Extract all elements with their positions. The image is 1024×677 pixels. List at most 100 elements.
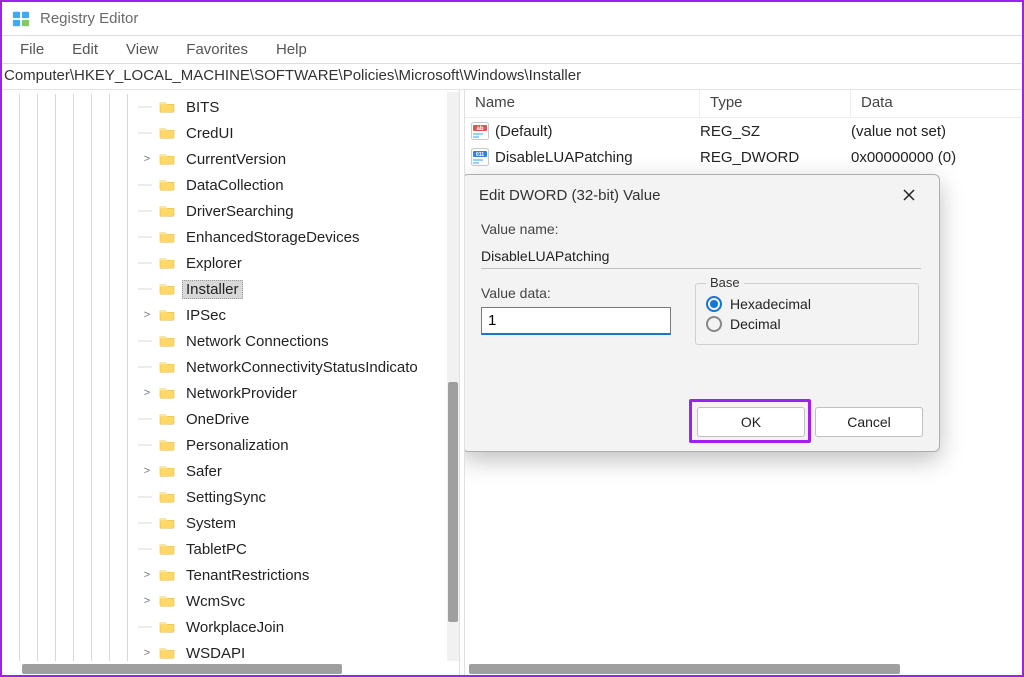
chevron-right-icon[interactable]: > (136, 562, 158, 588)
tree-vertical-scrollbar[interactable] (447, 92, 459, 661)
values-horizontal-scrollbar-thumb[interactable] (469, 664, 900, 674)
tree-item[interactable]: EnhancedStorageDevices (2, 224, 445, 250)
value-type: REG_DWORD (700, 149, 851, 166)
folder-icon (158, 516, 176, 530)
chevron-right-icon[interactable]: > (136, 146, 158, 172)
tree-item-label: OneDrive (182, 410, 253, 429)
tree-item[interactable]: TabletPC (2, 536, 445, 562)
regedit-icon (12, 10, 30, 28)
tree-branch-stub (136, 94, 158, 120)
radio-hex[interactable]: Hexadecimal (706, 296, 908, 312)
folder-icon (158, 542, 176, 556)
folder-icon (158, 282, 176, 296)
tree-item-label: Safer (182, 462, 226, 481)
menu-edit[interactable]: Edit (58, 39, 112, 60)
ok-highlight (689, 399, 811, 443)
folder-icon (158, 568, 176, 582)
cancel-button[interactable]: Cancel (815, 407, 923, 437)
column-type[interactable]: Type (700, 90, 851, 117)
tree-item[interactable]: > WSDAPI (2, 640, 445, 661)
tree-item-label: TenantRestrictions (182, 566, 313, 585)
close-icon[interactable] (895, 181, 923, 209)
tree-item[interactable]: DriverSearching (2, 198, 445, 224)
value-row[interactable]: DisableLUAPatching REG_DWORD0x00000000 (0… (465, 144, 1022, 170)
value-name: DisableLUAPatching (495, 149, 633, 166)
menu-view[interactable]: View (112, 39, 172, 60)
tree-item[interactable]: > Safer (2, 458, 445, 484)
chevron-right-icon[interactable]: > (136, 458, 158, 484)
edit-dword-dialog: Edit DWORD (32-bit) Value Value name: Va… (465, 174, 940, 452)
tree-item[interactable]: CredUI (2, 120, 445, 146)
tree-item[interactable]: OneDrive (2, 406, 445, 432)
tree-item[interactable]: DataCollection (2, 172, 445, 198)
address-bar[interactable]: Computer\HKEY_LOCAL_MACHINE\SOFTWARE\Pol… (2, 64, 1022, 90)
folder-icon (158, 438, 176, 452)
tree-item-label: WorkplaceJoin (182, 618, 288, 637)
tree-item-label: EnhancedStorageDevices (182, 228, 363, 247)
tree-item[interactable]: >NetworkProvider (2, 380, 445, 406)
column-data[interactable]: Data (851, 90, 1022, 117)
tree-item[interactable]: NetworkConnectivityStatusIndicato (2, 354, 445, 380)
value-data-field[interactable] (481, 307, 671, 335)
tree-item[interactable]: BITS (2, 94, 445, 120)
tree-item[interactable]: >WcmSvc (2, 588, 445, 614)
tree-branch-stub (136, 276, 158, 302)
tree-item-label: WSDAPI (182, 644, 249, 662)
tree-item[interactable]: Personalization (2, 432, 445, 458)
folder-icon (158, 620, 176, 634)
tree-item-label: CredUI (182, 124, 238, 143)
reg-dword-icon (471, 148, 489, 166)
tree-item[interactable]: > TenantRestrictions (2, 562, 445, 588)
tree-item[interactable]: Installer (2, 276, 445, 302)
tree-item[interactable]: >CurrentVersion (2, 146, 445, 172)
menu-file[interactable]: File (6, 39, 58, 60)
menu-bar: File Edit View Favorites Help (2, 36, 1022, 64)
values-horizontal-scrollbar[interactable] (467, 663, 1020, 675)
tree-item-label: IPSec (182, 306, 230, 325)
folder-icon (158, 464, 176, 478)
chevron-right-icon[interactable]: > (136, 588, 158, 614)
column-name[interactable]: Name (465, 90, 700, 117)
tree-panel: BITS CredUI >CurrentVersionDataCollectionD… (2, 90, 459, 675)
value-name-field[interactable] (481, 243, 921, 269)
tree-view[interactable]: BITS CredUI >CurrentVersionDataCollectionD… (2, 90, 445, 661)
tree-item[interactable]: > IPSec (2, 302, 445, 328)
values-list[interactable]: (Default)REG_SZ(value not set)DisableLUA… (465, 118, 1022, 170)
tree-item-label: SettingSync (182, 488, 270, 507)
tree-item[interactable]: SettingSync (2, 484, 445, 510)
main-split: BITSCredUI>CurrentVersionDataCollectionD… (2, 90, 1022, 675)
tree-branch-stub (136, 614, 158, 640)
tree-horizontal-scrollbar-thumb[interactable] (22, 664, 342, 674)
tree-horizontal-scrollbar[interactable] (4, 663, 445, 675)
folder-icon (158, 334, 176, 348)
tree-branch-stub (136, 354, 158, 380)
tree-item[interactable]: Explorer (2, 250, 445, 276)
tree-item-label: Personalization (182, 436, 293, 455)
tree-branch-stub (136, 250, 158, 276)
ok-button[interactable]: OK (697, 407, 805, 437)
tree-item[interactable]: System (2, 510, 445, 536)
label-value-data: Value data: (481, 285, 681, 301)
tree-item[interactable]: WorkplaceJoin (2, 614, 445, 640)
menu-help[interactable]: Help (262, 39, 321, 60)
chevron-right-icon[interactable]: > (136, 302, 158, 328)
value-data: 0x00000000 (0) (851, 149, 1022, 166)
tree-item-label: TabletPC (182, 540, 251, 559)
base-group-label: Base (706, 275, 744, 290)
chevron-right-icon[interactable]: > (136, 640, 158, 661)
tree-vertical-scrollbar-thumb[interactable] (448, 382, 458, 622)
folder-icon (158, 490, 176, 504)
menu-favorites[interactable]: Favorites (172, 39, 262, 60)
chevron-right-icon[interactable]: > (136, 380, 158, 406)
title-bar: Registry Editor (2, 2, 1022, 36)
tree-item-label: BITS (182, 98, 223, 117)
dialog-title-bar[interactable]: Edit DWORD (32-bit) Value (465, 175, 939, 215)
folder-icon (158, 126, 176, 140)
tree-item[interactable]: Network Connections (2, 328, 445, 354)
folder-icon (158, 360, 176, 374)
folder-icon (158, 594, 176, 608)
radio-dec[interactable]: Decimal (706, 316, 908, 332)
values-header: Name Type Data (465, 90, 1022, 118)
value-row[interactable]: (Default)REG_SZ(value not set) (465, 118, 1022, 144)
radio-dot-icon (706, 316, 722, 332)
